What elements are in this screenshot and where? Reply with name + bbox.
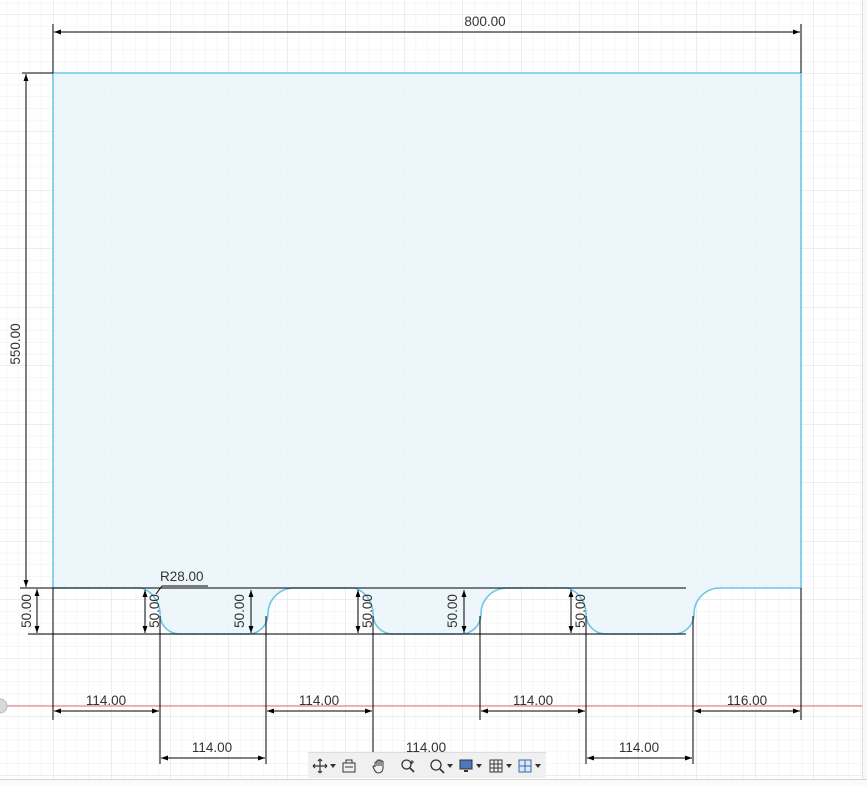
fit-button[interactable] [429,755,458,777]
height-dimension-label[interactable]: 550.00 [8,323,23,364]
svg-text:116.00: 116.00 [727,693,767,708]
grid-settings-button[interactable] [488,755,517,777]
right-edge-bar [862,0,867,785]
look-at-button[interactable] [341,755,370,777]
fit-icon [430,758,445,774]
svg-text:50.00: 50.00 [232,594,247,628]
profile-fill [52,72,802,635]
svg-text:114.00: 114.00 [619,740,659,755]
width-dimension-label[interactable]: 800.00 [464,14,505,29]
svg-text:114.00: 114.00 [299,693,339,708]
zoom-button[interactable] [400,755,429,777]
pan-button[interactable] [371,755,400,777]
tab-depth-dimension-label[interactable]: 50.00 [19,594,34,628]
svg-text:114.00: 114.00 [192,740,232,755]
viewports-icon [518,759,532,772]
orbit-icon [312,758,328,773]
pan-icon [371,759,383,774]
svg-text:114.00: 114.00 [86,693,126,708]
look-at-icon [342,759,356,772]
display-settings-icon [459,759,473,772]
navigation-toolbar [308,752,546,778]
svg-text:50.00: 50.00 [445,594,460,628]
sketch-canvas[interactable]: 800.00 550.00 50.00 R28.00 50.00 50.00 5… [0,0,867,785]
orbit-button[interactable] [312,755,341,777]
svg-text:114.00: 114.00 [513,693,553,708]
display-settings-button[interactable] [458,755,487,777]
grid-settings-icon [489,759,502,772]
fillet-radius-label[interactable]: R28.00 [160,569,204,584]
zoom-icon [401,758,415,773]
viewports-button[interactable] [517,755,546,777]
